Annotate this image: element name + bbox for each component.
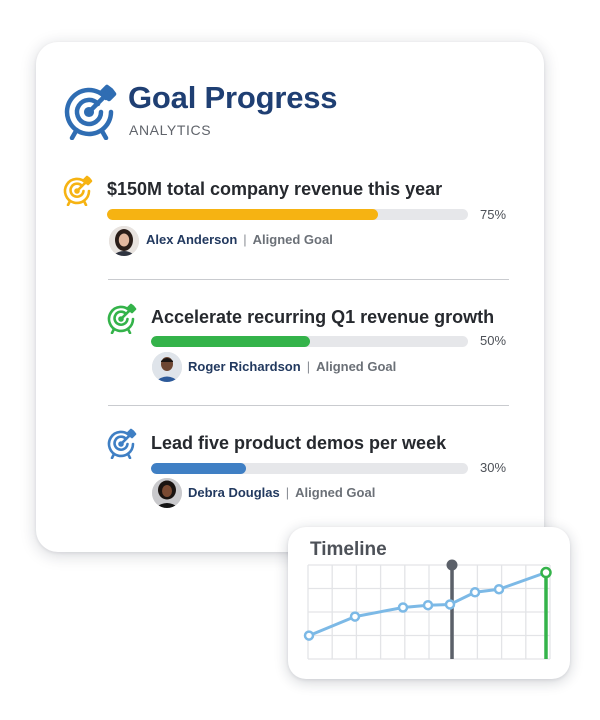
avatar: [109, 226, 139, 256]
trend-point[interactable]: [303, 630, 315, 641]
timeline-card: Timeline: [288, 527, 570, 679]
progress-fill: [151, 463, 247, 474]
target-icon: [63, 175, 93, 206]
trend-point[interactable]: [540, 566, 552, 579]
timeline-chart: [303, 559, 552, 660]
progress-fill: [151, 336, 310, 347]
trend-point[interactable]: [469, 587, 481, 598]
target-icon: [107, 428, 137, 459]
progress-bar: [151, 336, 468, 347]
progress-label: 50%: [480, 333, 507, 348]
goal-type: Aligned Goal: [252, 232, 333, 247]
goal-type: Aligned Goal: [295, 485, 376, 500]
goal-title: Accelerate recurring Q1 revenue growth: [151, 307, 495, 327]
avatar: [152, 352, 182, 382]
goal-type: Aligned Goal: [316, 359, 397, 374]
goal-meta: Debra Douglas | Aligned Goal: [188, 485, 375, 500]
goal-progress-card: Goal Progress ANALYTICS $150M total comp…: [36, 42, 544, 552]
progress-fill: [107, 209, 378, 220]
avatar: [152, 478, 182, 508]
current-date-marker-head[interactable]: [446, 559, 458, 571]
goal-title: $150M total company revenue this year: [107, 179, 443, 199]
divider: [108, 279, 509, 280]
goal-meta: Alex Anderson | Aligned Goal: [146, 232, 333, 247]
goal-meta: Roger Richardson | Aligned Goal: [188, 359, 396, 374]
trend-point[interactable]: [349, 611, 361, 622]
target-icon: [64, 84, 117, 140]
trend-point[interactable]: [493, 583, 505, 595]
owner-name[interactable]: Roger Richardson: [188, 359, 301, 374]
owner-name[interactable]: Debra Douglas: [188, 485, 280, 500]
page-title: Goal Progress: [128, 80, 338, 115]
trend-point[interactable]: [397, 602, 409, 613]
progress-bar: [151, 463, 468, 474]
progress-label: 30%: [480, 460, 507, 475]
owner-name[interactable]: Alex Anderson: [146, 232, 237, 247]
trend-point[interactable]: [422, 599, 434, 611]
page-subtitle: ANALYTICS: [129, 122, 212, 138]
divider: [108, 405, 509, 406]
separator: |: [243, 232, 247, 247]
goal-title: Lead five product demos per week: [151, 433, 447, 453]
trend-point[interactable]: [444, 599, 456, 610]
separator: |: [285, 485, 290, 500]
target-icon: [107, 303, 137, 334]
progress-bar: [107, 209, 468, 220]
progress-label: 75%: [480, 207, 507, 222]
separator: |: [306, 359, 311, 374]
